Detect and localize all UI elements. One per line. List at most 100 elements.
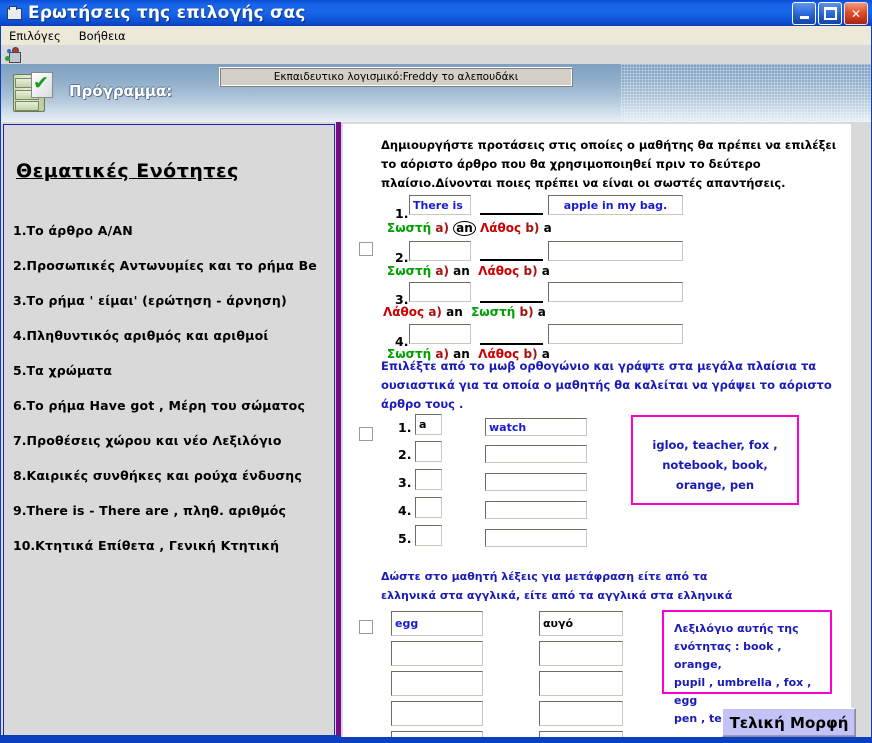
exercise1-checkbox[interactable] — [359, 242, 373, 256]
exercise2-row1-number: 1. — [398, 420, 412, 435]
row2-b-value[interactable]: a — [542, 264, 550, 278]
exercise2-row3-noun-input[interactable] — [485, 473, 587, 491]
topic-number: 10. — [13, 538, 36, 553]
exercise1-row2-first-input[interactable] — [409, 241, 471, 261]
users-network-icon[interactable] — [5, 46, 22, 63]
exercise2-row2-noun-input[interactable] — [485, 445, 587, 463]
exercise1-row2-second-input[interactable] — [548, 241, 683, 261]
exercise2-row5-noun-input[interactable] — [485, 529, 587, 547]
exercise2-row4-article-input[interactable] — [415, 497, 442, 518]
maximize-button[interactable] — [818, 2, 842, 25]
exercise1-row2-blank — [480, 259, 543, 261]
exercise3-row4-greek-input[interactable] — [539, 701, 623, 726]
topic-number: 9. — [13, 503, 27, 518]
window-title: Ερωτήσεις της επιλογής σας — [28, 3, 306, 23]
row1-b-label: b) — [525, 221, 540, 235]
client-area: Θεματικές Ενότητες 1.Το άρθρο A/AN 2.Προ… — [1, 122, 871, 742]
final-form-button[interactable]: Τελική Μορφή — [722, 708, 856, 737]
sidebar-item-topic-10[interactable]: 10.Κτητικά Επίθετα , Γενική Κτητική — [13, 538, 333, 553]
row1-b-value[interactable]: a — [544, 221, 552, 235]
row2-a-value[interactable]: an — [453, 264, 470, 278]
exercise3-row3-english-input[interactable] — [391, 671, 483, 696]
row2-b-label: b) — [523, 264, 538, 278]
topic-number: 3. — [13, 293, 27, 308]
row3-a-value[interactable]: an — [446, 305, 463, 319]
title-bar: Ερωτήσεις της επιλογής σας ✕ — [0, 0, 872, 26]
exercise1-row1-answers: Σωστή a) an Λάθος b) a — [387, 221, 552, 236]
topic-label: Πληθυντικός αριθμός και αριθμοί — [26, 328, 269, 343]
sidebar-item-topic-6[interactable]: 6.Το ρήμα Have got , Μέρη του σώματος — [13, 398, 333, 413]
exercise1-row1-number: 1. — [395, 206, 409, 221]
exercise1-row3-blank — [480, 301, 543, 303]
file-cabinet-check-icon: ✔ — [11, 70, 55, 114]
row2-a-status: Σωστή — [387, 264, 432, 278]
exercise2-row2-number: 2. — [398, 447, 412, 462]
exercise1-row4-second-input[interactable] — [548, 324, 683, 344]
exercise1-row4-first-input[interactable] — [409, 324, 471, 344]
program-select[interactable]: Εκπαιδευτικο λογισμικό:Freddy το αλεπουδ… — [219, 67, 573, 87]
exercise3-row4-english-input[interactable] — [391, 701, 483, 726]
topic-label: Κτητικά Επίθετα , Γενική Κτητική — [35, 538, 280, 553]
sidebar-item-topic-7[interactable]: 7.Προθέσεις χώρου και νέο Λεξιλόγιο — [13, 433, 333, 448]
sidebar-item-topic-8[interactable]: 8.Καιρικές συνθήκες και ρούχα ένδυσης — [13, 468, 333, 483]
close-button[interactable]: ✕ — [844, 2, 868, 25]
exercise2-instruction: Επιλέξτε από το μωβ ορθογώνιο και γράψτε… — [381, 359, 832, 411]
exercise1-row3-answers: Λάθος a) an Σωστή b) a — [383, 305, 546, 319]
row2-b-status: Λάθος — [478, 264, 520, 278]
window-controls: ✕ — [792, 2, 868, 25]
sidebar-item-topic-9[interactable]: 9.There is - There are , πληθ. αριθμός — [13, 503, 333, 518]
row3-b-value[interactable]: a — [538, 305, 546, 319]
exercise1-row2-answers: Σωστή a) an Λάθος b) a — [387, 264, 550, 278]
topic-list: 1.Το άρθρο A/AN 2.Προσωπικές Αντωνυμίες … — [13, 223, 333, 573]
topic-label: Καιρικές συνθήκες και ρούχα ένδυσης — [26, 468, 303, 483]
close-icon: ✕ — [850, 6, 862, 21]
exercise2-row3-number: 3. — [398, 475, 412, 490]
panel-divider — [336, 122, 341, 743]
row1-a-status: Σωστή — [387, 221, 432, 235]
exercise3-row2-greek-input[interactable] — [539, 641, 623, 666]
exercise2-row3-article-input[interactable] — [415, 469, 442, 490]
exercise3-checkbox[interactable] — [359, 620, 373, 634]
exercise3-row3-greek-input[interactable] — [539, 671, 623, 696]
row2-a-label: a) — [435, 264, 449, 278]
application-window: Ερωτήσεις της επιλογής σας ✕ Επιλόγες Βο… — [0, 0, 872, 743]
exercise1-row3-first-input[interactable] — [409, 282, 471, 302]
menu-item-options[interactable]: Επιλόγες — [9, 29, 61, 43]
row3-a-label: a) — [428, 305, 442, 319]
exercise2-row1-article-input[interactable]: a — [415, 414, 442, 435]
word-bank-box: igloo, teacher, fox , notebook, book, or… — [631, 415, 799, 505]
exercise3-row1-english-input[interactable]: egg — [391, 611, 483, 636]
exercise1-row3-second-input[interactable] — [548, 282, 683, 302]
minimize-button[interactable] — [792, 2, 816, 25]
right-panel-margin — [851, 124, 870, 740]
sidebar-item-topic-1[interactable]: 1.Το άρθρο A/AN — [13, 223, 333, 238]
program-label: Πρόγραμμα: — [69, 82, 173, 100]
sidebar-item-topic-5[interactable]: 5.Τα χρώματα — [13, 363, 333, 378]
exercise2-checkbox[interactable] — [359, 427, 373, 441]
row1-b-status: Λάθος — [479, 221, 522, 235]
sidebar-item-topic-4[interactable]: 4.Πληθυντικός αριθμός και αριθμοί — [13, 328, 333, 343]
exercise2-row5-number: 5. — [398, 531, 412, 546]
row1-a-value[interactable]: an — [453, 221, 476, 236]
menu-item-help[interactable]: Βοήθεια — [79, 29, 126, 43]
exercise2-row1-noun-input[interactable]: watch — [485, 418, 587, 436]
exercise3-row2-english-input[interactable] — [391, 641, 483, 666]
exercise1-row1-first-input[interactable]: There is — [409, 195, 471, 215]
exercise1-row4-blank — [480, 343, 543, 345]
row1-a-label: a) — [435, 221, 449, 235]
topic-label: Τα χρώματα — [26, 363, 113, 378]
exercise-panel: Δημιουργήστε προτάσεις στις οποίες ο μαθ… — [343, 124, 851, 740]
topic-number: 2. — [13, 258, 27, 273]
topic-number: 1. — [13, 223, 27, 238]
vocabulary-box: Λεξιλόγιο αυτής της ενότητας : book , or… — [662, 610, 832, 725]
exercise1-row1-second-input[interactable]: apple in my bag. — [548, 195, 683, 215]
sidebar-item-topic-2[interactable]: 2.Προσωπικές Αντωνυμίες και το ρήμα Be — [13, 258, 333, 273]
tool-bar — [1, 45, 871, 64]
exercise2-row2-article-input[interactable] — [415, 441, 442, 462]
sidebar-item-topic-3[interactable]: 3.Το ρήμα ' είμαι' (ερώτηση - άρνηση) — [13, 293, 333, 308]
exercise2-row5-article-input[interactable] — [415, 525, 442, 546]
exercise3-row1-greek-input[interactable]: αυγό — [539, 611, 623, 636]
row3-b-status: Σωστή — [471, 305, 516, 319]
topic-label: There is - There are , πληθ. αριθμός — [26, 503, 287, 518]
exercise2-row4-noun-input[interactable] — [485, 501, 587, 519]
